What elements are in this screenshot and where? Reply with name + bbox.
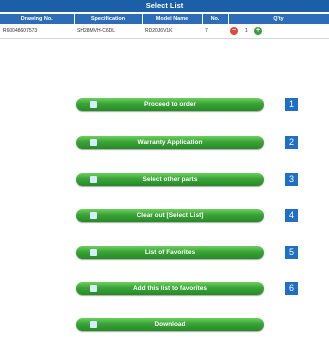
add-list-to-favorites-button[interactable]: Add this list to favorites: [76, 282, 264, 295]
qty-value: 1: [245, 28, 248, 34]
step-number-6: 6: [285, 282, 298, 295]
step-number-2: 2: [285, 136, 298, 149]
drawing-no-cell: R60048607573: [0, 24, 74, 39]
increase-qty-button[interactable]: +: [254, 27, 262, 35]
add-favorite-icon: [90, 285, 97, 292]
select-other-parts-button[interactable]: Select other parts: [76, 173, 264, 186]
qty-cell: − 1 +: [228, 24, 329, 39]
step-number-3: 3: [285, 173, 298, 186]
document-icon: [90, 139, 97, 146]
list-of-favorites-button[interactable]: List of Favorites: [76, 246, 264, 259]
column-header-no: No.: [202, 14, 229, 24]
select-list-table: Drawing No. Specification Model Name No.…: [0, 14, 329, 39]
search-icon: [90, 176, 97, 183]
column-header-model-name: Model Name: [142, 14, 203, 24]
download-button[interactable]: Download: [76, 318, 264, 331]
table-row: R60048607573 SH28MVH-C6DL RD20J6V1K 7 − …: [0, 24, 329, 39]
clear-select-list-label: Clear out [Select List]: [136, 212, 204, 219]
warranty-application-label: Warranty Application: [137, 139, 203, 146]
favorites-list-icon: [90, 249, 97, 256]
step-number-1: 1: [285, 98, 298, 111]
step-number-4: 4: [285, 209, 298, 222]
clear-list-icon: [90, 212, 97, 219]
decrease-qty-button[interactable]: −: [230, 27, 238, 35]
step-number-5: 5: [285, 246, 298, 259]
select-other-parts-label: Select other parts: [142, 176, 198, 183]
play-icon: [90, 101, 97, 108]
download-icon: [90, 321, 97, 328]
model-name-cell: RD20J6V1K: [142, 24, 202, 39]
proceed-to-order-button[interactable]: Proceed to order: [76, 98, 264, 111]
column-header-drawing-no: Drawing No.: [0, 14, 75, 24]
clear-select-list-button[interactable]: Clear out [Select List]: [76, 209, 264, 222]
download-label: Download: [154, 321, 186, 328]
table-header-row: Drawing No. Specification Model Name No.…: [0, 14, 329, 24]
list-of-favorites-label: List of Favorites: [144, 249, 196, 256]
no-cell: 7: [202, 24, 228, 39]
proceed-to-order-label: Proceed to order: [143, 101, 196, 108]
warranty-application-button[interactable]: Warranty Application: [76, 136, 264, 149]
column-header-qty: Q'ty: [228, 14, 329, 24]
specification-cell: SH28MVH-C6DL: [74, 24, 142, 39]
add-list-to-favorites-label: Add this list to favorites: [132, 285, 208, 292]
select-list-title: Select List: [0, 0, 329, 12]
column-header-specification: Specification: [74, 14, 143, 24]
